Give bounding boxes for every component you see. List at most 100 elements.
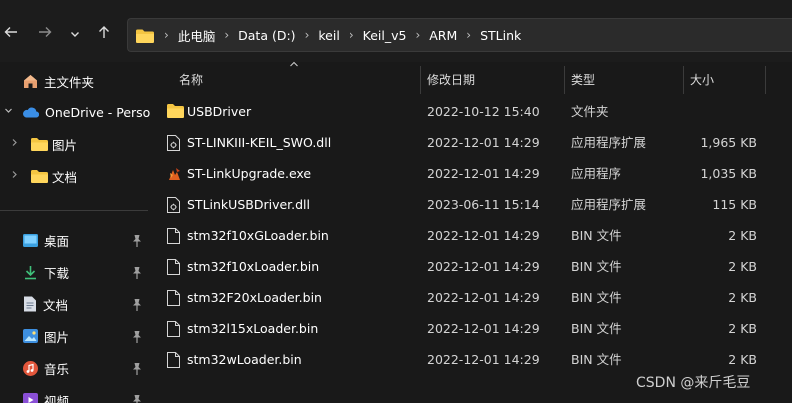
file-type: 应用程序 — [571, 166, 622, 181]
sidebar-item-videos[interactable]: 视频 — [23, 388, 69, 403]
file-date: 2022-12-01 14:29 — [427, 259, 540, 274]
sidebar-item-onedrive-documents[interactable]: 文档 — [31, 164, 77, 188]
sidebar-item-home[interactable]: 主文件夹 — [23, 69, 94, 93]
breadcrumb-item-this-pc[interactable]: 此电脑 — [178, 26, 216, 45]
file-icon — [167, 321, 180, 340]
folder-icon — [136, 29, 154, 46]
sort-ascending-icon — [289, 60, 299, 71]
picture-icon — [23, 329, 38, 343]
file-icon — [167, 228, 180, 247]
breadcrumb-item-arm[interactable]: ARM — [429, 28, 457, 43]
file-row[interactable]: ST-LINKIII-KEIL_SWO.dll 2022-12-01 14:29… — [148, 127, 792, 158]
breadcrumb-item-keil[interactable]: keil — [318, 28, 339, 43]
breadcrumb-item-drive[interactable]: Data (D:) — [238, 28, 295, 43]
sidebar-item-onedrive-pictures[interactable]: 图片 — [31, 132, 77, 156]
dll-file-icon — [167, 197, 180, 216]
sidebar-item-label: 图片 — [52, 137, 78, 153]
navigation-pane: 主文件夹 OneDrive - Perso 图片 文档 桌面 下载 文档 图片 … — [0, 62, 150, 403]
breadcrumb-separator-icon: › — [304, 28, 310, 42]
sidebar-item-desktop[interactable]: 桌面 — [23, 228, 69, 252]
file-size: 2 KB — [728, 290, 757, 305]
pin-icon[interactable] — [132, 267, 142, 281]
pin-icon[interactable] — [132, 235, 142, 249]
sidebar-item-label: 桌面 — [44, 233, 70, 249]
file-type: 应用程序扩展 — [571, 135, 647, 150]
column-header-size[interactable]: 大小 — [690, 71, 714, 88]
up-arrow-icon[interactable] — [93, 24, 115, 46]
download-icon — [23, 265, 38, 280]
collapse-chevron-icon[interactable] — [10, 169, 19, 182]
file-name: ST-LINKIII-KEIL_SWO.dll — [187, 135, 332, 150]
desktop-icon — [23, 233, 38, 247]
file-type: BIN 文件 — [571, 352, 622, 367]
pin-icon[interactable] — [132, 363, 142, 377]
file-size: 2 KB — [728, 259, 757, 274]
back-arrow-icon[interactable] — [0, 24, 22, 46]
expand-chevron-icon[interactable] — [4, 105, 13, 118]
pin-icon[interactable] — [132, 331, 142, 345]
file-size: 1,035 KB — [700, 166, 757, 181]
file-row[interactable]: USBDriver 2022-10-12 15:40 文件夹 — [148, 96, 792, 127]
cloud-icon — [22, 106, 39, 118]
column-header-date[interactable]: 修改日期 — [427, 71, 475, 88]
sidebar-item-downloads[interactable]: 下载 — [23, 260, 69, 284]
breadcrumb-item-keil-v5[interactable]: Keil_v5 — [363, 28, 407, 43]
file-icon — [167, 352, 180, 371]
file-row[interactable]: stm32wLoader.bin 2022-12-01 14:29 BIN 文件… — [148, 344, 792, 375]
forward-arrow-icon[interactable] — [34, 24, 56, 46]
file-row[interactable]: stm32f10xLoader.bin 2022-12-01 14:29 BIN… — [148, 251, 792, 282]
file-name: STLinkUSBDriver.dll — [187, 197, 310, 212]
address-bar[interactable]: › 此电脑 › Data (D:) › keil › Keil_v5 › ARM… — [127, 18, 792, 52]
watermark-text: CSDN @来斤毛豆 — [636, 375, 751, 391]
sidebar-item-onedrive[interactable]: OneDrive - Perso — [22, 100, 150, 124]
exe-app-icon — [167, 166, 183, 185]
file-size: 1,965 KB — [700, 135, 757, 150]
file-name: stm32wLoader.bin — [187, 352, 302, 367]
column-header-name[interactable]: 名称 — [179, 71, 203, 88]
recent-locations-chevron-icon[interactable] — [64, 24, 86, 46]
file-date: 2022-12-01 14:29 — [427, 321, 540, 336]
sidebar-item-label: 主文件夹 — [44, 74, 95, 90]
file-date: 2022-12-01 14:29 — [427, 166, 540, 181]
folder-icon — [31, 169, 48, 183]
file-row[interactable]: stm32l15xLoader.bin 2022-12-01 14:29 BIN… — [148, 313, 792, 344]
music-icon — [23, 360, 38, 376]
sidebar-divider — [0, 210, 148, 211]
column-header-row: 名称 修改日期 类型 大小 — [148, 60, 792, 94]
file-type: BIN 文件 — [571, 259, 622, 274]
collapse-chevron-icon[interactable] — [10, 137, 19, 150]
sidebar-item-documents[interactable]: 文档 — [23, 292, 68, 316]
column-divider[interactable] — [420, 66, 421, 94]
file-name: stm32f10xGLoader.bin — [187, 228, 329, 243]
file-name: stm32l15xLoader.bin — [187, 321, 319, 336]
sidebar-item-music[interactable]: 音乐 — [23, 356, 69, 380]
column-divider[interactable] — [564, 66, 565, 94]
file-icon — [167, 259, 180, 278]
pin-icon[interactable] — [132, 299, 142, 313]
file-size: 2 KB — [728, 228, 757, 243]
column-divider[interactable] — [765, 66, 766, 94]
file-row[interactable]: stm32F20xLoader.bin 2022-12-01 14:29 BIN… — [148, 282, 792, 313]
file-list: 名称 修改日期 类型 大小 USBDriver 2022-10-12 15:40… — [148, 60, 792, 403]
file-row[interactable]: STLinkUSBDriver.dll 2023-06-11 15:14 应用程… — [148, 189, 792, 220]
file-date: 2022-12-01 14:29 — [427, 352, 540, 367]
folder-icon — [31, 137, 48, 151]
file-date: 2022-10-12 15:40 — [427, 104, 540, 119]
file-size: 115 KB — [712, 197, 757, 212]
sidebar-item-label: 文档 — [43, 297, 69, 313]
breadcrumb-item-stlink[interactable]: STLink — [480, 28, 521, 43]
column-header-type[interactable]: 类型 — [571, 71, 595, 88]
pin-icon[interactable] — [132, 395, 142, 403]
file-row[interactable]: ST-LinkUpgrade.exe 2022-12-01 14:29 应用程序… — [148, 158, 792, 189]
file-type: 文件夹 — [571, 104, 609, 119]
file-icon — [167, 290, 180, 309]
breadcrumb-separator-icon: › — [466, 28, 472, 42]
file-row[interactable]: stm32f10xGLoader.bin 2022-12-01 14:29 BI… — [148, 220, 792, 251]
file-type: BIN 文件 — [571, 321, 622, 336]
sidebar-item-pictures[interactable]: 图片 — [23, 324, 69, 348]
breadcrumb-separator-icon: › — [224, 28, 230, 42]
sidebar-item-label: 视频 — [44, 393, 70, 403]
video-icon — [23, 393, 38, 403]
document-icon — [23, 296, 37, 312]
column-divider[interactable] — [683, 66, 684, 94]
